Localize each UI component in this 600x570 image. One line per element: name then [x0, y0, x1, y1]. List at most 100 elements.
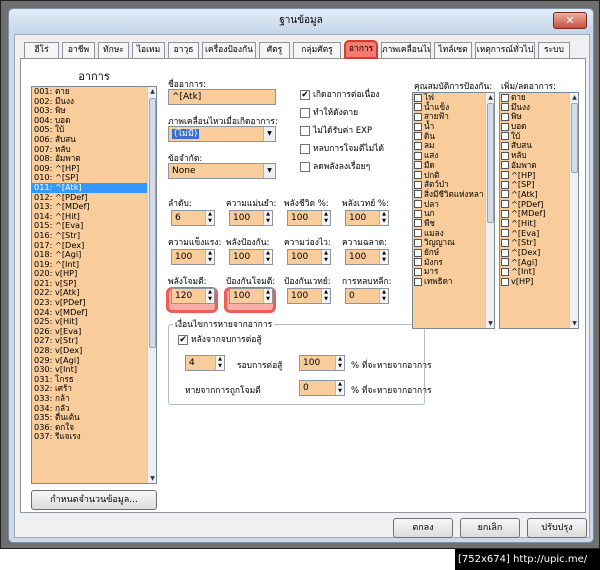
guard-element-item-label: นก — [424, 208, 435, 219]
spin-arrows-icon[interactable]: ▲ ▼ — [379, 211, 388, 225]
tab-10[interactable]: ไทล์เซต — [434, 42, 472, 58]
parameter-spinner[interactable]: 100 ▲ ▼ — [345, 210, 389, 226]
parameter-spinner[interactable]: 6 ▲ ▼ — [171, 210, 215, 226]
parameter-spinner[interactable]: 100 ▲ ▼ — [345, 249, 389, 265]
plus-minus-item-label: ^[SP] — [511, 179, 535, 190]
spin-arrows-icon[interactable]: ▲ ▼ — [335, 381, 344, 395]
checkbox-icon — [501, 180, 509, 189]
spin-arrows-icon[interactable]: ▲ ▼ — [205, 250, 214, 264]
checkbox-icon — [414, 151, 422, 160]
spin-arrows-icon[interactable]: ▲ ▼ — [321, 289, 330, 303]
spin-arrows-icon[interactable]: ▲ ▼ — [263, 250, 272, 264]
parameter-spinner[interactable]: 100 ▲ ▼ — [229, 210, 273, 226]
scroll-thumb[interactable] — [571, 103, 578, 173]
plus-minus-states-list[interactable]: ตาย มึนงง พิษ บอด ใบ้ สับสน หลับ อัมพาต ^[HP] ^[S… — [499, 92, 579, 329]
screenshot-frame: ฐานข้อมูล ✕ ฮีโร่ อาชีพ ทักษะ ไอเทม อาวุธ เคร… — [0, 0, 600, 549]
turns-label: รอบการต่อสู้ — [237, 361, 283, 371]
parameter-spinner[interactable]: 100 ▲ ▼ — [287, 288, 331, 304]
window-title: ฐานข้อมูล — [279, 15, 323, 26]
parameter-spinner[interactable]: 100 ▲ ▼ — [287, 249, 331, 265]
state-list-scrollbar[interactable]: ▲ ▼ — [147, 87, 156, 483]
parameter-label: การหลบหลีก: — [342, 277, 392, 287]
tab-12[interactable]: ระบบ — [538, 42, 570, 58]
spin-arrows-icon[interactable]: ▲ ▼ — [321, 211, 330, 225]
guard-list-scrollbar[interactable]: ▲ ▼ — [485, 93, 494, 328]
scroll-thumb[interactable] — [487, 103, 494, 223]
change-maximum-button[interactable]: กำหนดจำนวนข้อมูล... — [31, 490, 157, 510]
tab-2[interactable]: ทักษะ — [98, 42, 129, 58]
parameter-spinner[interactable]: 120 ▲ ▼ — [171, 288, 215, 304]
plus-minus-item-label: ^[Eva] — [511, 227, 540, 238]
parameter-spinner[interactable]: 0 ▲ ▼ — [345, 288, 389, 304]
state-list[interactable]: 001: ตาย 002: มึนงง 003: พิษ 004: บอด 005: ใ… — [31, 86, 157, 484]
turns-spinner[interactable]: 4 ▲ ▼ — [185, 355, 225, 371]
option-checkbox[interactable]: ทำให้ดังตาย — [300, 107, 358, 120]
tab-9[interactable]: ภาพเคลื่อนไหว — [381, 42, 431, 58]
scroll-thumb[interactable] — [149, 98, 156, 348]
spin-arrows-icon[interactable]: ▲ ▼ — [205, 211, 214, 225]
spin-arrows-icon[interactable]: ▲ ▼ — [205, 289, 214, 303]
tab-5[interactable]: เครื่องป้องกัน — [202, 42, 256, 58]
close-button[interactable]: ✕ — [553, 12, 587, 29]
option-checkbox-label: ไม่ได้รับค่า EXP — [313, 126, 373, 136]
spin-arrows-icon[interactable]: ▲ ▼ — [263, 289, 272, 303]
option-checkbox[interactable]: ✔ เกิดอาการต่อเนื่อง — [300, 89, 380, 102]
parameter-spinner[interactable]: 100 ▲ ▼ — [171, 249, 215, 265]
scroll-up-arrow-icon[interactable]: ▲ — [148, 87, 156, 96]
parameter-spinner[interactable]: 100 ▲ ▼ — [229, 288, 273, 304]
option-checkbox-label: หลบการโจมตีไม่ได้ — [313, 144, 385, 154]
damage-percent-spinner[interactable]: 0 ▲ ▼ — [299, 380, 345, 396]
plus-minus-item[interactable]: v[HP] — [500, 276, 578, 287]
checkbox-icon — [501, 93, 509, 102]
checkbox-icon — [501, 132, 509, 141]
guard-element-item-label: พืช — [424, 217, 435, 228]
cancel-button[interactable]: ยกเลิก — [460, 518, 520, 538]
tab-6[interactable]: ศัตรู — [259, 42, 290, 58]
option-checkbox[interactable]: ไม่ได้รับค่า EXP — [300, 125, 372, 138]
spin-arrows-icon[interactable]: ▲ ▼ — [321, 250, 330, 264]
guard-elements-list[interactable]: ไฟ น้ำแข็ง สายฟ้า น้ำ ดิน ลม แสง มืด ปกติ สัตว์ป่… — [412, 92, 495, 329]
turns-percent-spinner[interactable]: 100 ▲ ▼ — [299, 355, 345, 371]
tab-3[interactable]: ไอเทม — [132, 42, 165, 58]
spin-arrows-icon[interactable]: ▲ ▼ — [263, 211, 272, 225]
guard-element-item[interactable]: เทพธิดา — [413, 276, 494, 287]
spin-arrows-icon[interactable]: ▲ ▼ — [215, 356, 224, 370]
parameter-spinner[interactable]: 100 ▲ ▼ — [287, 210, 331, 226]
after-battle-checkbox[interactable]: ✔ หลังจากจบการต่อสู้ — [178, 334, 262, 347]
apply-button[interactable]: ปรับปรุง — [527, 518, 587, 538]
checkbox-icon — [414, 267, 422, 276]
option-checkbox[interactable]: ลดพลังลงเรื่อยๆ — [300, 161, 370, 174]
tab-0[interactable]: ฮีโร่ — [24, 42, 59, 58]
scroll-down-arrow-icon[interactable]: ▼ — [148, 474, 156, 483]
spin-arrows-icon[interactable]: ▲ ▼ — [335, 356, 344, 370]
guard-element-item-label: มังกร — [424, 256, 443, 267]
parameter-spinner[interactable]: 100 ▲ ▼ — [229, 249, 273, 265]
tab-7[interactable]: กลุ่มศัตรู — [293, 42, 341, 58]
plus-minus-item-label: v[HP] — [511, 276, 534, 287]
tab-8[interactable]: อาการ — [344, 40, 378, 59]
scroll-down-arrow-icon[interactable]: ▼ — [570, 319, 578, 328]
tab-4[interactable]: อาวุธ — [168, 42, 199, 58]
name-field[interactable]: ^[Atk] — [168, 89, 276, 105]
option-checkbox[interactable]: หลบการโจมตีไม่ได้ — [300, 143, 384, 156]
guard-element-item-label: น้ำ — [424, 121, 435, 132]
spin-arrows-icon[interactable]: ▲ ▼ — [379, 289, 388, 303]
restriction-dropdown[interactable]: None ▼ — [168, 163, 276, 179]
ok-button[interactable]: ตกลง — [393, 518, 453, 538]
checkbox-icon — [414, 277, 422, 286]
plus-minus-list-scrollbar[interactable]: ▲ ▼ — [569, 93, 578, 328]
scroll-up-arrow-icon[interactable]: ▲ — [570, 93, 578, 102]
scroll-down-arrow-icon[interactable]: ▼ — [486, 319, 494, 328]
checkbox-icon — [414, 122, 422, 131]
tab-1[interactable]: อาชีพ — [62, 42, 95, 58]
state-list-item[interactable]: 037: รีแจเรง — [32, 432, 156, 442]
scroll-up-arrow-icon[interactable]: ▲ — [486, 93, 494, 102]
checkbox-icon — [414, 238, 422, 247]
animation-dropdown[interactable]: (ไม่มี) ▼ — [168, 126, 276, 142]
image-host-footer: [752x674] http://upic.me/ — [455, 549, 600, 570]
guard-element-item-label: ยักษ์ — [424, 247, 440, 257]
spin-arrows-icon[interactable]: ▲ ▼ — [379, 250, 388, 264]
checkbox-icon — [501, 238, 509, 247]
guard-element-item-label: สายฟ้า — [424, 111, 449, 122]
tab-11[interactable]: เหตุการณ์ทั่วไป — [475, 42, 535, 58]
